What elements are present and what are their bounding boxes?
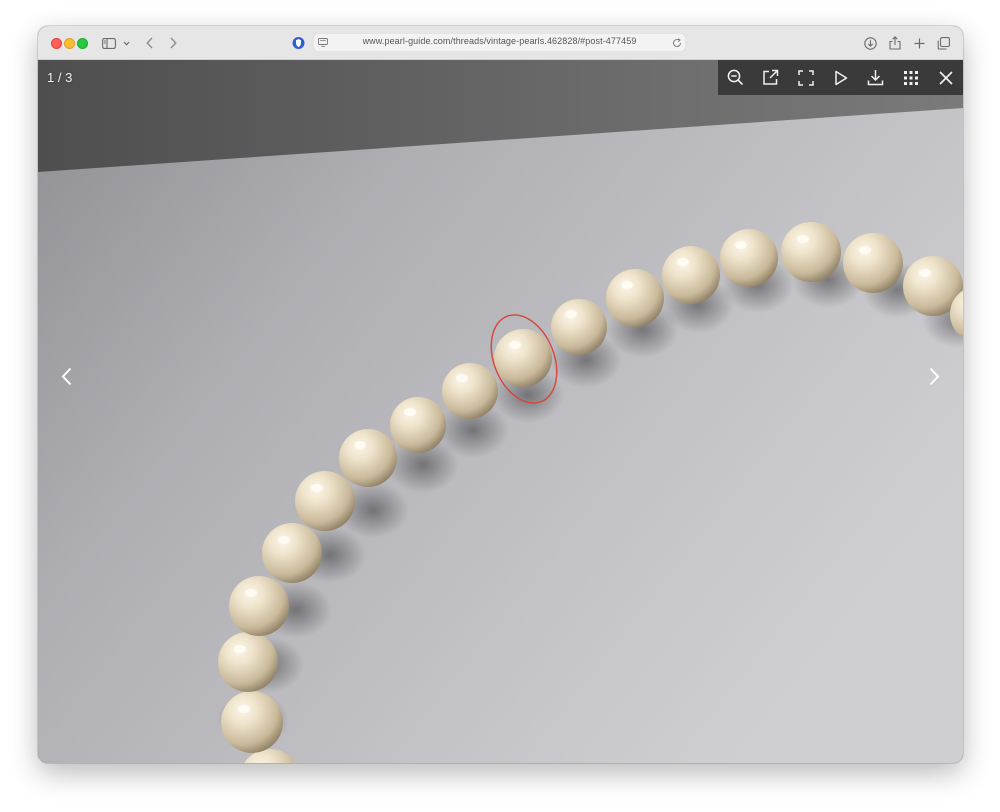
chevron-left-icon <box>61 367 71 385</box>
fullscreen-button[interactable] <box>788 60 823 95</box>
download-icon[interactable] <box>862 34 878 52</box>
chevron-down-icon[interactable] <box>121 34 131 52</box>
tabs-overview-icon[interactable] <box>935 34 951 52</box>
download-icon <box>867 70 884 86</box>
play-icon <box>834 70 847 85</box>
next-image-button[interactable] <box>914 356 954 396</box>
address-bar[interactable]: www.pearl-guide.com/threads/vintage-pear… <box>313 33 686 52</box>
minimize-window-button[interactable] <box>64 38 75 49</box>
zoom-out-button[interactable] <box>718 60 753 95</box>
chevron-right-icon <box>170 37 177 49</box>
fullscreen-icon <box>797 69 814 86</box>
close-window-button[interactable] <box>51 38 62 49</box>
previous-image-button[interactable] <box>46 356 86 396</box>
slideshow-button[interactable] <box>823 60 858 95</box>
zoom-window-button[interactable] <box>77 38 88 49</box>
grid-icon <box>903 70 918 85</box>
external-link-icon <box>763 69 779 85</box>
close-icon <box>938 70 953 85</box>
image-lightbox: 1 / 3 <box>38 60 963 763</box>
zoom-out-icon <box>727 69 744 86</box>
url-text: www.pearl-guide.com/threads/vintage-pear… <box>362 36 637 46</box>
share-icon[interactable] <box>887 34 903 52</box>
close-lightbox-button[interactable] <box>928 60 963 95</box>
browser-toolbar: www.pearl-guide.com/threads/vintage-pear… <box>38 26 963 60</box>
sidebar-icon[interactable] <box>101 34 117 52</box>
pearl-necklace-photo <box>38 60 963 763</box>
thumbnails-button[interactable] <box>893 60 928 95</box>
open-external-button[interactable] <box>753 60 788 95</box>
chevron-left-icon <box>145 37 152 49</box>
browser-window: www.pearl-guide.com/threads/vintage-pear… <box>38 26 963 763</box>
lightbox-toolbar <box>718 60 963 95</box>
forward-button[interactable] <box>166 34 180 52</box>
privacy-shield-icon[interactable] <box>290 34 306 52</box>
download-image-button[interactable] <box>858 60 893 95</box>
plus-icon[interactable] <box>911 34 927 52</box>
back-button[interactable] <box>142 34 156 52</box>
reload-icon[interactable] <box>671 36 683 49</box>
image-counter: 1 / 3 <box>47 70 73 85</box>
chevron-right-icon <box>929 367 939 385</box>
